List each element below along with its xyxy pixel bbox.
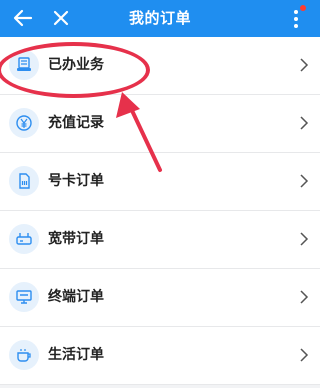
chevron-right-icon: [300, 232, 309, 246]
order-item-label: 已办业务: [48, 57, 104, 73]
row-icon-bg: [9, 50, 39, 80]
order-item-recharge-records[interactable]: 充值记录: [0, 95, 320, 153]
chevron-right-icon: [300, 290, 309, 304]
document-icon: [17, 57, 31, 71]
monitor-icon: [16, 290, 32, 304]
order-item-sim-card-orders[interactable]: 号卡订单: [0, 153, 320, 211]
row-icon-bg: [9, 340, 39, 370]
cup-icon: [17, 349, 31, 362]
header-bar: 我的订单: [0, 0, 320, 37]
chevron-right-icon: [300, 174, 309, 188]
notification-dot: [300, 5, 306, 11]
order-item-label: 宽带订单: [48, 231, 104, 247]
order-list: 已办业务 充值记录 号卡订单 宽带订单 终端订单 生活订单: [0, 37, 320, 385]
order-item-label: 号卡订单: [48, 173, 104, 189]
row-icon-bg: [9, 282, 39, 312]
sim-card-icon: [19, 173, 30, 189]
order-item-label: 充值记录: [48, 115, 104, 131]
more-icon[interactable]: [292, 8, 300, 30]
order-item-life-orders[interactable]: 生活订单: [0, 327, 320, 385]
row-icon-bg: [9, 108, 39, 138]
chevron-right-icon: [300, 58, 309, 72]
order-item-device-orders[interactable]: 终端订单: [0, 269, 320, 327]
row-icon-bg: [9, 166, 39, 196]
router-icon: [16, 233, 32, 245]
order-item-label: 终端订单: [48, 289, 104, 305]
yuan-icon: [16, 115, 32, 131]
order-item-label: 生活订单: [48, 347, 104, 363]
chevron-right-icon: [300, 116, 309, 130]
page-title: 我的订单: [128, 9, 191, 27]
row-icon-bg: [9, 224, 39, 254]
order-item-completed-business[interactable]: 已办业务: [0, 37, 320, 95]
chevron-right-icon: [300, 348, 309, 362]
order-item-broadband-orders[interactable]: 宽带订单: [0, 211, 320, 269]
